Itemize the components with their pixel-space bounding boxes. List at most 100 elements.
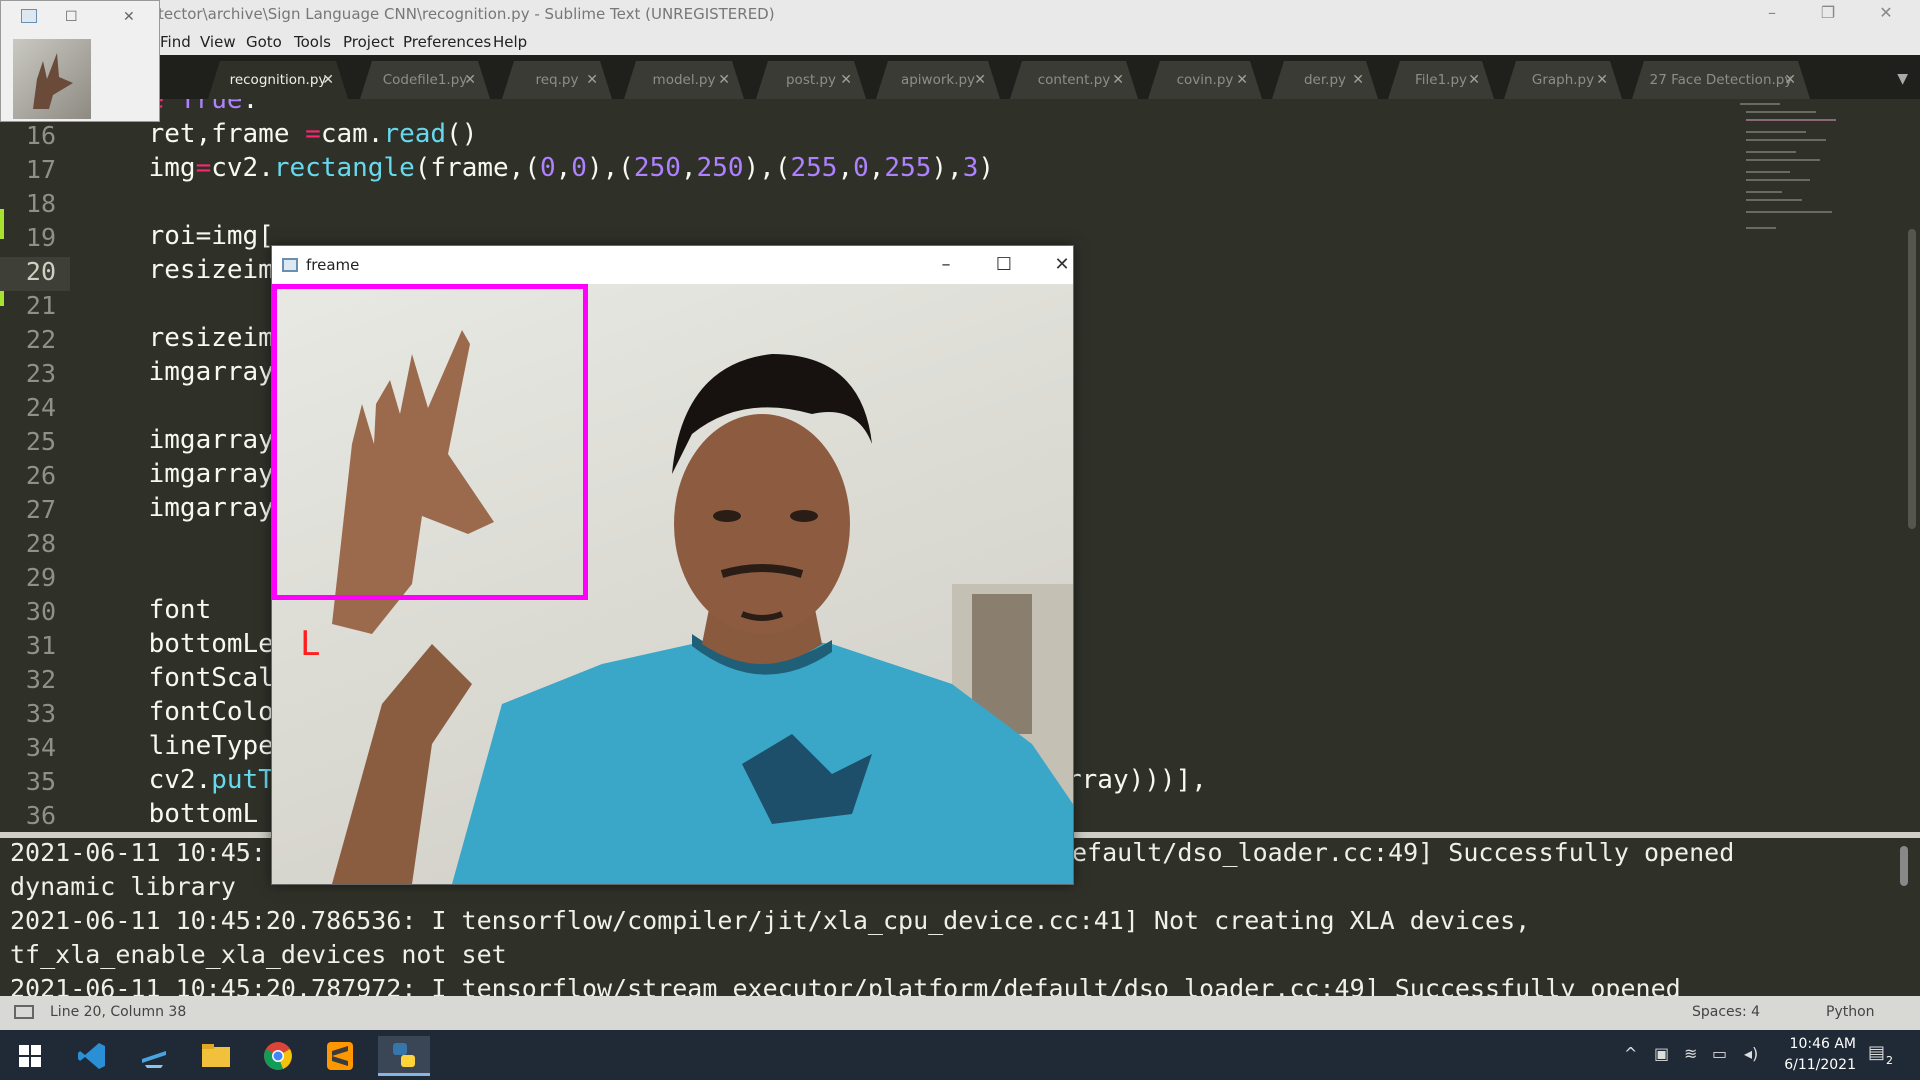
notification-icon[interactable]: ▤ xyxy=(1868,1042,1885,1063)
tab-label: File1.py xyxy=(1414,72,1468,88)
close-button[interactable]: ✕ xyxy=(1042,251,1082,279)
code-text: putT xyxy=(211,765,274,795)
tab-graph[interactable]: Graph.py ✕ xyxy=(1504,61,1622,99)
tab-codefile1[interactable]: Codefile1.py ✕ xyxy=(360,61,490,99)
python-icon[interactable] xyxy=(378,1036,430,1076)
code-line: rray)))], xyxy=(1066,765,1207,795)
tab-covin[interactable]: covin.py ✕ xyxy=(1148,61,1262,99)
line-number: 28 xyxy=(25,529,56,558)
minimap[interactable] xyxy=(1740,99,1850,249)
tab-label: covin.py xyxy=(1176,72,1234,88)
tab-label: post.py xyxy=(785,72,836,88)
close-icon[interactable]: ✕ xyxy=(586,72,598,88)
menu-view[interactable]: View xyxy=(200,33,236,51)
app-icon[interactable] xyxy=(128,1036,180,1076)
tray-chevron-icon[interactable]: ^ xyxy=(1624,1044,1637,1063)
window-title: tector\archive\Sign Language CNN\recogni… xyxy=(158,5,775,23)
line-number: 21 xyxy=(25,291,56,320)
line-number: 36 xyxy=(25,801,56,830)
clock-date: 6/11/2021 xyxy=(1784,1057,1856,1073)
camera-feed: L xyxy=(272,284,1073,884)
menu-goto[interactable]: Goto xyxy=(246,33,282,51)
code-line: lineType xyxy=(86,731,274,761)
close-icon[interactable]: ✕ xyxy=(718,72,730,88)
syntax-setting[interactable]: Python xyxy=(1826,1004,1875,1020)
minimize-button[interactable]: – xyxy=(926,251,966,279)
line-number: 35 xyxy=(25,767,56,796)
console-scrollbar[interactable] xyxy=(1900,846,1908,886)
line-number: 24 xyxy=(25,393,56,422)
maximize-button[interactable]: ☐ xyxy=(984,251,1024,279)
battery-icon[interactable]: ▭ xyxy=(1712,1044,1727,1063)
tab-label: recognition.py xyxy=(229,72,327,88)
menu-preferences[interactable]: Preferences xyxy=(403,33,491,51)
tab-model[interactable]: model.py ✕ xyxy=(624,61,744,99)
line-number: 27 xyxy=(25,495,56,524)
code-line: font xyxy=(86,595,212,625)
vscode-icon[interactable] xyxy=(66,1036,118,1076)
minimize-button[interactable]: – xyxy=(1760,3,1784,23)
tab-label: Graph.py xyxy=(1531,72,1595,88)
close-icon[interactable]: ✕ xyxy=(840,72,852,88)
system-clock[interactable]: 10:46 AM 6/11/2021 xyxy=(1784,1034,1856,1076)
console-line: 2021-06-11 10:45:20.786536: I tensorflow… xyxy=(10,906,1531,935)
close-button[interactable]: ✕ xyxy=(123,9,135,25)
line-number-current: 20 xyxy=(0,257,70,291)
tab-der[interactable]: der.py ✕ xyxy=(1272,61,1378,99)
editor-scrollbar[interactable] xyxy=(1908,229,1916,529)
close-button[interactable]: ✕ xyxy=(1874,3,1898,23)
windows-start-icon[interactable] xyxy=(4,1036,56,1076)
tab-label: der.py xyxy=(1303,72,1347,88)
line-number: 31 xyxy=(25,631,56,660)
freame-titlebar[interactable]: freame – ☐ ✕ xyxy=(272,246,1073,284)
line-number: 23 xyxy=(25,359,56,388)
sublime-text-icon[interactable] xyxy=(314,1036,366,1076)
code-line: fontColo xyxy=(86,697,274,727)
maximize-button[interactable]: ☐ xyxy=(65,9,78,25)
code-text: cv2. xyxy=(86,765,212,795)
line-number: 29 xyxy=(25,563,56,592)
freame-window[interactable]: freame – ☐ ✕ L xyxy=(271,245,1074,885)
close-icon[interactable]: ✕ xyxy=(1112,72,1124,88)
close-icon[interactable]: ✕ xyxy=(1236,72,1248,88)
menu-bar: Find View Goto Tools Project Preferences… xyxy=(0,29,1920,55)
maximize-button[interactable]: ❐ xyxy=(1816,3,1840,23)
line-number: 30 xyxy=(25,597,56,626)
title-bar: tector\archive\Sign Language CNN\recogni… xyxy=(0,0,1920,29)
status-bar: Line 20, Column 38 Spaces: 4 Python xyxy=(0,996,1920,1030)
tab-label: Codefile1.py xyxy=(382,72,468,88)
close-icon[interactable]: ✕ xyxy=(1596,72,1608,88)
security-icon[interactable]: ▣ xyxy=(1654,1044,1669,1063)
menu-help[interactable]: Help xyxy=(493,33,527,51)
close-icon[interactable]: ✕ xyxy=(1352,72,1364,88)
tab-recognition[interactable]: recognition.py ✕ xyxy=(208,61,348,99)
tab-content[interactable]: content.py ✕ xyxy=(1010,61,1138,99)
console-line: 2021-06-11 10:45: xyxy=(10,838,266,867)
window-icon xyxy=(282,258,298,272)
tab-dropdown-icon[interactable]: ▼ xyxy=(1897,71,1908,87)
close-icon[interactable]: ✕ xyxy=(1468,72,1480,88)
tab-file1[interactable]: File1.py ✕ xyxy=(1388,61,1494,99)
tab-label: content.py xyxy=(1037,72,1111,88)
close-icon[interactable]: ✕ xyxy=(322,72,334,88)
file-explorer-icon[interactable] xyxy=(190,1036,242,1076)
chrome-icon[interactable] xyxy=(252,1036,304,1076)
close-icon[interactable]: ✕ xyxy=(1784,72,1796,88)
tab-face-detection[interactable]: 27 Face Detection.py ✕ xyxy=(1632,61,1810,99)
panel-toggle-icon[interactable] xyxy=(14,1005,34,1019)
wifi-icon[interactable]: ≋ xyxy=(1684,1044,1697,1063)
console-line: dynamic library xyxy=(10,872,251,901)
preview-window[interactable]: ☐ ✕ xyxy=(0,0,160,122)
close-icon[interactable]: ✕ xyxy=(464,72,476,88)
code-line: ret,frame =cam.read() xyxy=(86,119,478,149)
menu-project[interactable]: Project xyxy=(343,33,394,51)
roi-rectangle xyxy=(272,284,588,600)
tab-apiwork[interactable]: apiwork.py ✕ xyxy=(876,61,1000,99)
tab-post[interactable]: post.py ✕ xyxy=(756,61,866,99)
close-icon[interactable]: ✕ xyxy=(974,72,986,88)
menu-find[interactable]: Find xyxy=(160,33,191,51)
indentation-setting[interactable]: Spaces: 4 xyxy=(1692,1004,1760,1020)
volume-icon[interactable]: ◂) xyxy=(1744,1044,1758,1063)
tab-req[interactable]: req.py ✕ xyxy=(502,61,612,99)
menu-tools[interactable]: Tools xyxy=(294,33,331,51)
